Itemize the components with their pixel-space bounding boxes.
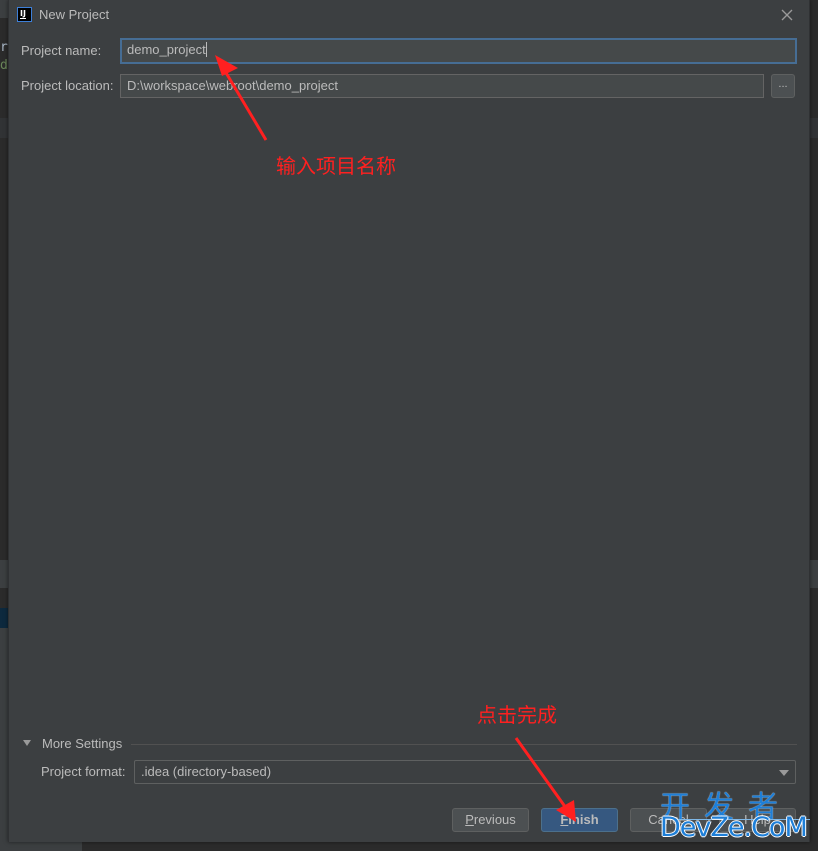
annotation-click-finish: 点击完成 xyxy=(477,703,557,727)
project-name-value: demo_project xyxy=(127,42,206,57)
section-separator xyxy=(131,744,797,745)
background-strip xyxy=(0,628,8,851)
help-button[interactable]: Help xyxy=(719,808,796,832)
background-strip xyxy=(0,560,8,588)
logo-text: IJ xyxy=(20,9,26,18)
annotation-enter-name: 输入项目名称 xyxy=(276,154,396,178)
project-location-input[interactable]: D:\workspace\webroot\demo_project xyxy=(120,74,764,98)
background-text: r xyxy=(0,40,8,55)
dialog-title: New Project xyxy=(39,7,110,22)
background-selection xyxy=(0,608,8,628)
background-ide-right xyxy=(810,0,818,851)
project-format-value: .idea (directory-based) xyxy=(141,764,272,779)
background-strip xyxy=(0,118,8,138)
text-caret xyxy=(205,42,207,57)
background-text: d xyxy=(0,58,8,73)
close-button[interactable] xyxy=(777,5,797,25)
background-strip xyxy=(0,0,8,18)
dialog-titlebar[interactable]: IJ New Project xyxy=(9,0,809,30)
project-format-select[interactable]: .idea (directory-based) xyxy=(134,760,796,784)
background-strip xyxy=(8,842,82,851)
background-ide-left: r d xyxy=(0,0,8,851)
background-strip xyxy=(810,560,818,588)
cancel-button[interactable]: Cancel xyxy=(630,808,707,832)
close-icon xyxy=(781,9,793,21)
intellij-logo-icon: IJ xyxy=(17,7,32,22)
background-strip xyxy=(810,118,818,138)
project-name-input[interactable]: demo_project xyxy=(120,38,797,64)
project-format-label: Project format: xyxy=(41,764,126,779)
project-location-value: D:\workspace\webroot\demo_project xyxy=(127,78,338,93)
browse-button[interactable]: ... xyxy=(771,74,795,98)
background-ide-bottom xyxy=(8,842,810,851)
new-project-dialog: IJ New Project Project name: demo_projec… xyxy=(8,0,810,842)
project-location-label: Project location: xyxy=(21,78,114,93)
mnemonic: P xyxy=(465,812,474,827)
previous-button[interactable]: Previous xyxy=(452,808,529,832)
dropdown-arrow-icon xyxy=(779,770,789,776)
collapse-triangle-icon xyxy=(23,740,31,746)
finish-button[interactable]: Finish xyxy=(541,808,618,832)
more-settings-label: More Settings xyxy=(42,736,123,751)
button-label: revious xyxy=(473,812,516,827)
project-name-label: Project name: xyxy=(21,43,102,58)
button-label: inish xyxy=(568,812,599,827)
